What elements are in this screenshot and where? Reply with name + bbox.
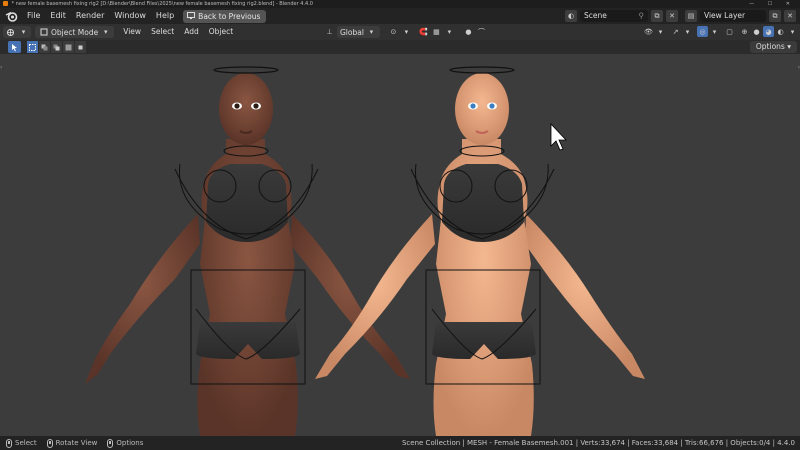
transform-orientation-dropdown[interactable]: Global ▾	[337, 26, 380, 38]
scene-icon[interactable]: ◐	[565, 10, 577, 22]
character-light-skin[interactable]	[315, 66, 645, 436]
character-dark-skin[interactable]	[85, 66, 410, 436]
workspace-selectors: ◐ Scene ⚲ ⧉ ✕ ▤ View Layer ⧉ ✕	[565, 10, 796, 22]
header-menu-add[interactable]: Add	[179, 24, 204, 40]
back-to-previous-button[interactable]: Back to Previous	[183, 9, 267, 23]
chevron-down-icon: ▾	[790, 27, 795, 36]
mode-selector[interactable]: Object Mode ▾	[35, 26, 115, 38]
orientation-label: Global	[340, 27, 364, 37]
select-box-icon[interactable]	[8, 41, 21, 53]
transform-controls: ⊥ Global ▾ ⊙ ▾ 🧲 ▦ ▾ ● ⌒	[324, 26, 487, 38]
chevron-down-icon: ▾	[21, 28, 26, 36]
status-bar: Select Rotate View Options Scene Collect…	[0, 436, 800, 450]
options-dropdown[interactable]: Options ▾	[749, 41, 797, 53]
select-extend-icon[interactable]	[39, 41, 50, 53]
scene-name: Scene	[584, 11, 607, 20]
menu-window[interactable]: Window	[109, 8, 151, 24]
pin-icon[interactable]: ⚲	[639, 10, 645, 22]
chevron-down-icon: ▾	[685, 27, 690, 36]
mouse-cursor-icon	[550, 122, 567, 151]
header-menu-select[interactable]: Select	[146, 24, 179, 40]
mouse-right-icon	[107, 438, 114, 448]
snap-toggle-icon[interactable]: 🧲	[418, 27, 429, 38]
mode-label: Object Mode	[51, 27, 99, 37]
header-menu-view[interactable]: View	[118, 24, 146, 40]
wireframe-shading-icon[interactable]: ⊕	[739, 26, 750, 37]
options-label: Options	[755, 42, 785, 51]
top-menubar: File Edit Render Window Help Back to Pre…	[0, 8, 800, 24]
menu-help[interactable]: Help	[151, 8, 179, 24]
back-to-previous-label: Back to Previous	[198, 11, 261, 21]
falloff-icon[interactable]: ⌒	[476, 27, 487, 38]
hint-select: Select	[6, 438, 37, 448]
solid-shading-icon[interactable]: ●	[751, 26, 762, 37]
view-layer-icon[interactable]: ▤	[685, 10, 697, 22]
hint-select-label: Select	[15, 439, 37, 447]
delete-view-layer-icon[interactable]: ✕	[784, 10, 796, 22]
mouse-left-icon	[6, 438, 12, 448]
menu-render[interactable]: Render	[71, 8, 109, 24]
editor-type-button[interactable]: ▾	[3, 26, 31, 38]
chevron-down-icon: ▾	[369, 28, 374, 36]
blender-app-icon	[3, 1, 8, 6]
viewport-shading-controls: 👁 ▾ ↗ ▾ ◎ ▾ ▢ ⊕ ● ◕ ◐ ▾	[643, 26, 798, 37]
new-view-layer-icon[interactable]: ⧉	[769, 10, 781, 22]
scene-field[interactable]: Scene ⚲	[580, 10, 648, 22]
snap-target-icon[interactable]: ▦	[431, 27, 442, 38]
view-layer-field[interactable]: View Layer	[700, 10, 766, 22]
hint-rotate: Rotate View	[46, 438, 98, 448]
window-controls[interactable]: — ☐ ✕	[749, 0, 796, 8]
header-menu-object[interactable]: Object	[204, 24, 238, 40]
blender-logo-icon[interactable]	[4, 10, 18, 22]
select-subtract-icon[interactable]	[51, 41, 62, 53]
view-layer-name: View Layer	[704, 11, 746, 20]
select-invert-icon[interactable]	[63, 41, 74, 53]
material-preview-icon[interactable]: ◕	[763, 26, 774, 37]
select-intersect-icon[interactable]	[75, 41, 86, 53]
scene-statistics: Scene Collection | MESH - Female Basemes…	[401, 439, 795, 447]
window-titlebar: * new female basemesh fixing rig2 [D:\Bl…	[0, 0, 800, 8]
tool-settings-row: Options ▾	[0, 40, 800, 54]
visibility-icon[interactable]: 👁	[643, 26, 654, 37]
hint-options: Options	[107, 438, 144, 448]
viewport-scene	[85, 66, 645, 436]
chevron-down-icon: ▾	[103, 28, 108, 36]
3d-viewport[interactable]: › ‹	[0, 54, 800, 436]
viewport-header: ▾ Object Mode ▾ View Select Add Object ⊥…	[0, 24, 800, 40]
overlay-icon[interactable]: ◎	[697, 26, 708, 37]
selection-mode-group	[27, 41, 86, 53]
proportional-edit-icon[interactable]: ●	[463, 27, 474, 38]
chevron-down-icon: ▾	[447, 28, 452, 36]
chevron-down-icon: ▾	[658, 27, 663, 36]
select-new-icon[interactable]	[27, 41, 38, 53]
viewport-icon	[5, 27, 16, 38]
gizmo-icon[interactable]: ↗	[670, 26, 681, 37]
new-scene-icon[interactable]: ⧉	[651, 10, 663, 22]
hint-rotate-label: Rotate View	[55, 439, 98, 447]
menu-file[interactable]: File	[22, 8, 45, 24]
menu-edit[interactable]: Edit	[45, 8, 71, 24]
xray-icon[interactable]: ▢	[724, 26, 735, 37]
window-title: * new female basemesh fixing rig2 [D:\Bl…	[11, 1, 313, 7]
object-mode-icon	[38, 27, 49, 38]
screen-icon	[187, 10, 196, 23]
hint-options-label: Options	[116, 439, 144, 447]
chevron-down-icon: ▾	[404, 28, 409, 36]
pivot-icon[interactable]: ⊙	[388, 27, 399, 38]
delete-scene-icon[interactable]: ✕	[666, 10, 678, 22]
orientation-icon: ⊥	[326, 28, 333, 36]
mouse-middle-icon	[46, 438, 53, 448]
rendered-shading-icon[interactable]: ◐	[775, 26, 786, 37]
chevron-down-icon: ▾	[712, 27, 717, 36]
